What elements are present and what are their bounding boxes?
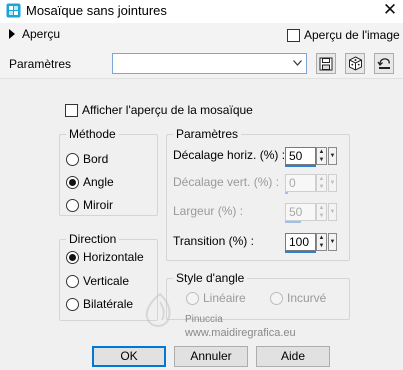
direction-group-title: Direction [66, 232, 120, 246]
horizontal-offset-slider-bar[interactable] [285, 165, 316, 167]
corner-style-option-label: Linéaire [203, 291, 246, 305]
direction-option-label: Horizontale [83, 250, 144, 264]
show-mosaic-preview-checkbox[interactable]: Afficher l'aperçu de la mosaïque [65, 103, 253, 117]
preview-toggle[interactable]: Aperçu [9, 27, 60, 41]
spin-down-icon[interactable]: ▼ [317, 212, 326, 220]
width-label: Largeur (%) : [173, 204, 244, 218]
method-option-label: Bord [83, 152, 109, 166]
spin-down-icon[interactable]: ▼ [317, 156, 326, 164]
title-bar: Mosaïque sans jointures ✕ [0, 0, 403, 23]
transition-input[interactable]: 100 [285, 233, 316, 251]
ok-button[interactable]: OK [92, 346, 166, 367]
preset-dropdown[interactable] [112, 53, 307, 74]
radio-indicator[interactable] [66, 250, 79, 264]
radio-indicator[interactable] [66, 198, 79, 212]
vertical-offset-input[interactable]: 0 [285, 174, 316, 192]
radio-indicator[interactable] [66, 297, 79, 311]
randomize-icon [348, 56, 362, 71]
spin-up-icon[interactable]: ▲ [317, 234, 326, 242]
reset-icon [376, 58, 390, 69]
help-button[interactable]: Aide [256, 346, 330, 367]
vertical-offset-slider-bar[interactable] [285, 192, 288, 194]
corner-style-radio-lineaire[interactable]: Linéaire [186, 291, 246, 305]
direction-radio-verticale[interactable]: Verticale [66, 274, 129, 288]
horizontal-offset-input[interactable]: 50 [285, 147, 316, 165]
save-preset-icon [319, 57, 333, 70]
watermark-url: www.maidiregrafica.eu [185, 327, 296, 339]
reset-button[interactable] [374, 53, 394, 74]
horizontal-offset-dropdown[interactable]: ▼ [328, 147, 337, 165]
corner-style-radio-incurve[interactable]: Incurvé [270, 291, 326, 305]
window-title: Mosaïque sans jointures [26, 3, 167, 18]
method-option-label: Angle [83, 175, 114, 189]
cancel-button[interactable]: Annuler [174, 346, 248, 367]
preview-toggle-label: Aperçu [22, 27, 61, 41]
direction-option-label: Verticale [83, 274, 130, 288]
preview-image-checkbox-box[interactable] [287, 28, 300, 42]
direction-option-label: Bilatérale [83, 297, 134, 311]
method-radio-bord[interactable]: Bord [66, 152, 108, 166]
randomize-button[interactable] [345, 53, 365, 74]
width-dropdown[interactable]: ▼ [328, 203, 337, 221]
expand-triangle-icon [9, 29, 15, 39]
direction-radio-horizontale[interactable]: Horizontale [66, 250, 144, 264]
transition-stepper[interactable]: ▲ ▼ [316, 233, 327, 251]
transition-label: Transition (%) : [173, 234, 254, 248]
corner-style-option-label: Incurvé [287, 291, 327, 305]
spin-down-icon[interactable]: ▼ [317, 242, 326, 250]
spin-up-icon[interactable]: ▲ [317, 148, 326, 156]
width-stepper[interactable]: ▲ ▼ [316, 203, 327, 221]
width-slider-bar[interactable] [285, 221, 301, 223]
radio-indicator[interactable] [66, 274, 79, 288]
preview-image-label: Aperçu de l'image [304, 28, 400, 42]
corner-style-group-title: Style d'angle [173, 271, 248, 285]
transition-dropdown[interactable]: ▼ [328, 233, 337, 251]
radio-indicator[interactable] [270, 291, 283, 305]
show-mosaic-preview-box[interactable] [65, 103, 78, 117]
method-radio-miroir[interactable]: Miroir [66, 198, 113, 212]
preview-image-checkbox[interactable]: Aperçu de l'image [287, 28, 400, 42]
method-radio-angle[interactable]: Angle [66, 175, 114, 189]
spin-up-icon[interactable]: ▲ [317, 204, 326, 212]
save-preset-button[interactable] [316, 53, 336, 74]
presets-label: Paramètres [9, 57, 72, 71]
vertical-offset-stepper[interactable]: ▲ ▼ [316, 174, 327, 192]
parameters-group-title: Paramètres [173, 127, 242, 141]
watermark-author: Pinuccia [185, 314, 223, 325]
horizontal-offset-label: Décalage horiz. (%) : [173, 148, 286, 162]
spin-up-icon[interactable]: ▲ [317, 175, 326, 183]
chevron-down-icon[interactable] [291, 56, 304, 71]
width-input[interactable]: 50 [285, 203, 316, 221]
radio-indicator[interactable] [186, 291, 199, 305]
show-mosaic-preview-label: Afficher l'aperçu de la mosaïque [82, 103, 253, 117]
vertical-offset-dropdown[interactable]: ▼ [328, 174, 337, 192]
close-button[interactable]: ✕ [379, 0, 401, 22]
radio-indicator[interactable] [66, 152, 79, 166]
method-group-title: Méthode [66, 127, 119, 141]
transition-slider-bar[interactable] [285, 251, 316, 253]
vertical-offset-label: Décalage vert. (%) : [173, 175, 280, 189]
mosaic-app-icon [6, 3, 21, 18]
radio-indicator[interactable] [66, 175, 79, 189]
direction-radio-bilaterale[interactable]: Bilatérale [66, 297, 133, 311]
spin-down-icon[interactable]: ▼ [317, 183, 326, 191]
method-option-label: Miroir [83, 198, 113, 212]
horizontal-offset-stepper[interactable]: ▲ ▼ [316, 147, 327, 165]
